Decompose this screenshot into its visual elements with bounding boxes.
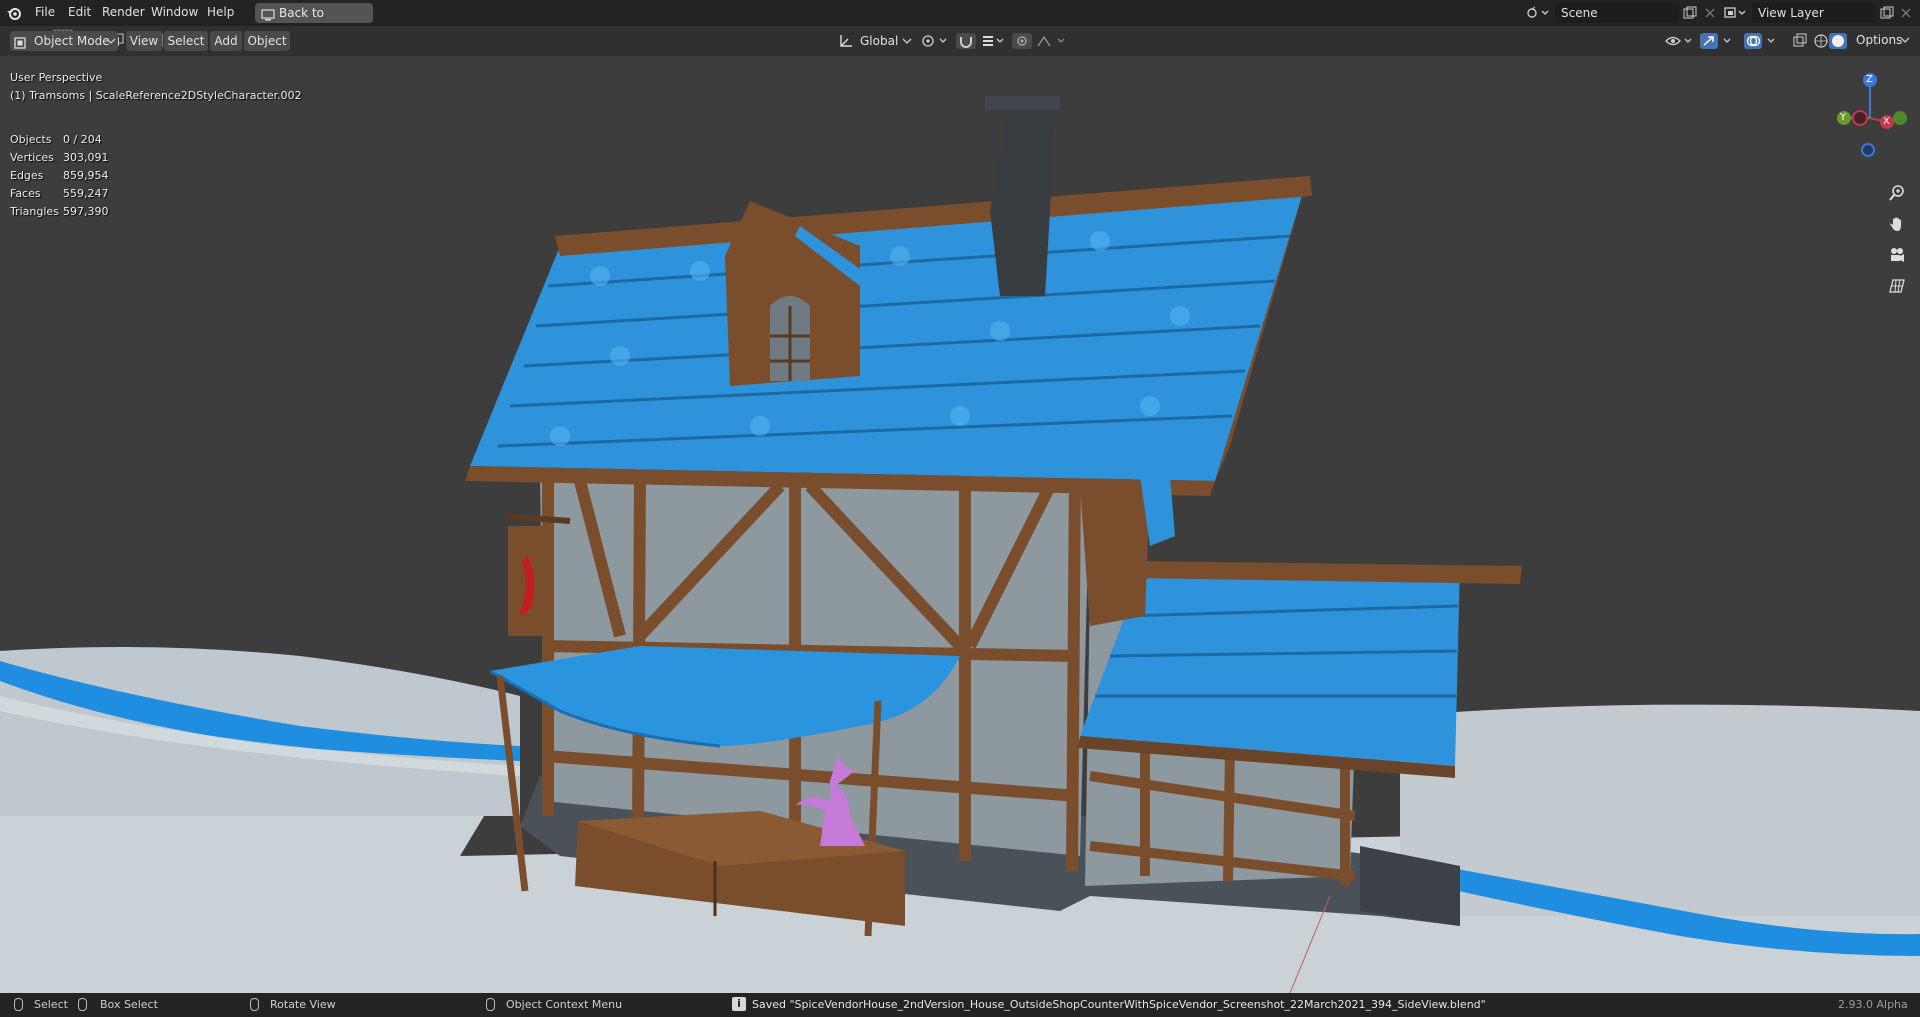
zoom-icon[interactable] — [1884, 180, 1910, 206]
pivot-point-icon[interactable] — [920, 31, 950, 51]
mouse-middle-drag-icon — [78, 998, 87, 1011]
status-box-select-label: Box Select — [100, 998, 158, 1011]
status-version: 2.93.0 Alpha — [1838, 998, 1908, 1011]
menu-view[interactable]: View — [126, 31, 162, 51]
back-to-previous-button[interactable]: Back to Previous — [255, 3, 373, 40]
object-mode-label: Object Mode — [34, 34, 110, 48]
stat-faces-value: 559,247 — [63, 187, 109, 200]
orientation-label: Global — [860, 34, 899, 48]
chevron-down-icon — [106, 31, 116, 57]
scene-name-field[interactable]: Scene — [1555, 3, 1679, 23]
gizmo-toggle-icon[interactable] — [1700, 31, 1734, 51]
mouse-left-icon — [14, 998, 23, 1011]
delete-scene-icon[interactable] — [1700, 3, 1720, 23]
menu-edit[interactable]: Edit — [68, 5, 91, 19]
snapping-icon[interactable] — [956, 31, 1006, 51]
proportional-editing-icon[interactable] — [1012, 31, 1068, 51]
delete-view-layer-icon[interactable] — [1896, 3, 1916, 23]
mouse-middle-icon — [250, 998, 259, 1011]
new-view-layer-icon[interactable] — [1877, 3, 1897, 23]
stat-edges-label: Edges — [10, 169, 44, 182]
status-select-label: Select — [34, 998, 68, 1011]
gizmo-z-label: Z — [1866, 74, 1873, 85]
chevron-down-icon — [1900, 30, 1910, 56]
camera-view-icon[interactable] — [1884, 242, 1910, 268]
view-layer-selector-icon[interactable] — [1722, 3, 1750, 23]
active-object-label: (1) Tramsoms | ScaleReference2DStyleChar… — [10, 89, 302, 102]
xray-toggle-icon[interactable] — [1790, 31, 1810, 51]
overlays-toggle-icon[interactable] — [1744, 31, 1778, 51]
scene-selector-icon[interactable] — [1524, 3, 1552, 23]
object-mode-dropdown[interactable]: Object Mode — [10, 31, 118, 51]
stat-edges-value: 859,954 — [63, 169, 109, 182]
menu-help[interactable]: Help — [207, 5, 234, 19]
info-icon: i — [732, 997, 746, 1011]
stat-vertices-label: Vertices — [10, 151, 54, 164]
top-menu-bar: File Edit Render Window Help Back to Pre… — [0, 0, 1920, 40]
scene-name-label: Scene — [1561, 6, 1598, 20]
status-saved-message: Saved "SpiceVendorHouse_2ndVersion_House… — [752, 998, 1486, 1011]
view-layer-label: View Layer — [1758, 6, 1824, 20]
pan-hand-icon[interactable] — [1884, 211, 1910, 237]
status-context-menu-label: Object Context Menu — [506, 998, 623, 1011]
gizmo-y-label: Y — [1840, 112, 1847, 123]
gizmo-x-label: X — [1883, 116, 1890, 127]
options-label: Options — [1856, 33, 1903, 47]
status-rotate-view-label: Rotate View — [270, 998, 336, 1011]
blender-logo-icon[interactable] — [4, 3, 24, 23]
ortho-grid-icon[interactable] — [1884, 273, 1910, 299]
stat-triangles-label: Triangles — [10, 205, 59, 218]
status-bar: Select Box Select Rotate View Object Con… — [0, 993, 1920, 1017]
view-layer-field[interactable]: View Layer — [1752, 3, 1876, 23]
menu-file[interactable]: File — [35, 5, 55, 19]
stat-objects-label: Objects — [10, 133, 52, 146]
menu-select[interactable]: Select — [164, 31, 208, 51]
options-dropdown[interactable]: Options — [1848, 30, 1912, 50]
perspective-label: User Perspective — [10, 71, 103, 84]
stat-triangles-value: 597,390 — [63, 205, 109, 218]
menu-add[interactable]: Add — [210, 31, 242, 51]
new-scene-icon[interactable] — [1680, 3, 1700, 23]
transform-orientation-icon — [836, 31, 856, 51]
orientation-dropdown[interactable]: Global — [856, 31, 914, 51]
mouse-right-icon — [486, 998, 495, 1011]
object-mode-icon — [14, 35, 26, 55]
stat-faces-label: Faces — [10, 187, 41, 200]
menu-render[interactable]: Render — [102, 5, 145, 19]
menu-object[interactable]: Object — [244, 31, 290, 51]
screen-icon — [261, 7, 275, 27]
3d-viewport[interactable]: User Perspective (1) Tramsoms | ScaleRef… — [0, 56, 1920, 993]
stat-vertices-value: 303,091 — [63, 151, 109, 164]
menu-window[interactable]: Window — [151, 5, 198, 19]
navigation-gizmo[interactable] — [1822, 72, 1912, 162]
chevron-down-icon — [902, 31, 912, 57]
scene-render — [0, 56, 1920, 993]
stat-objects-value: 0 / 204 — [63, 133, 102, 146]
visibility-icon[interactable] — [1664, 31, 1694, 51]
